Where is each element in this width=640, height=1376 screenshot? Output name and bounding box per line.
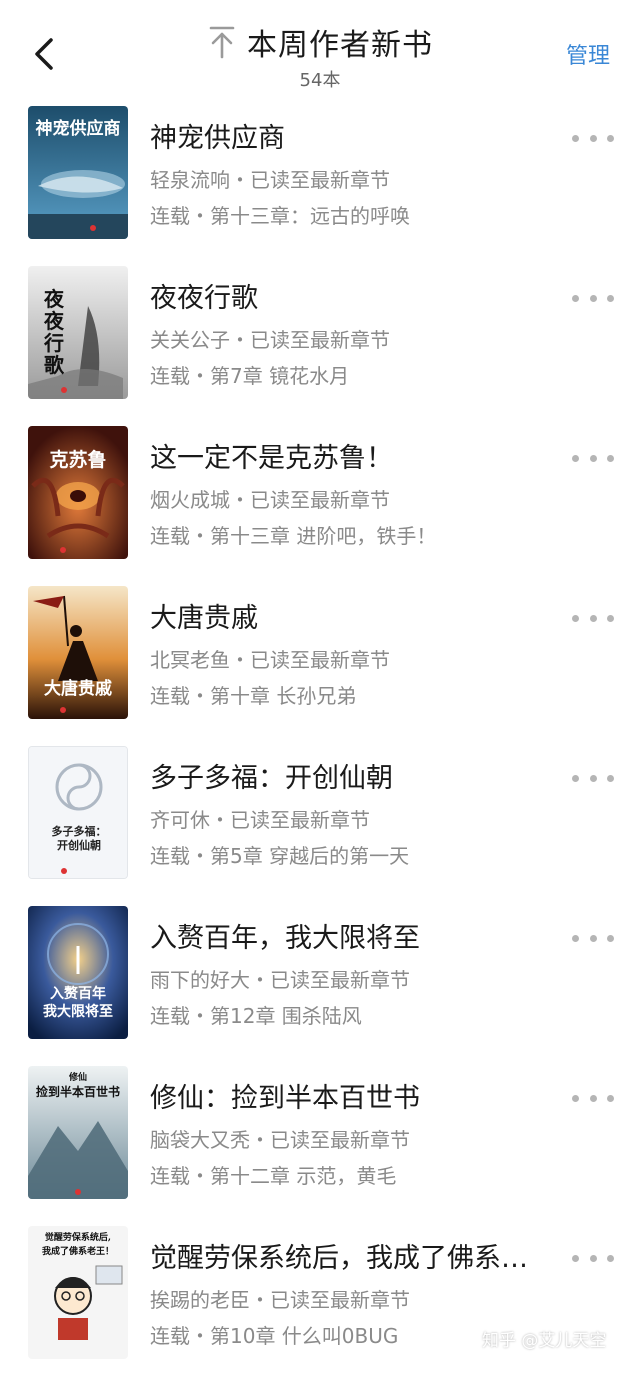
book-chapter: 连载・第十二章 示范，黄毛 <box>150 1164 397 1188</box>
svg-text:开创仙朝: 开创仙朝 <box>57 838 101 852</box>
book-chapter: 连载・第十三章 进阶吧，铁手！ <box>150 524 437 548</box>
book-chapter: 连载・第十三章：远古的呼唤 <box>150 204 410 228</box>
svg-text:修仙: 修仙 <box>68 1071 87 1083</box>
book-meta: 雨下的好大・已读至最新章节 <box>150 968 410 992</box>
more-dots-icon[interactable] <box>572 928 614 948</box>
book-title: 这一定不是克苏鲁！ <box>150 443 393 474</box>
book-title: 夜夜行歌 <box>150 283 258 314</box>
svg-text:我成了佛系老王！: 我成了佛系老王！ <box>42 1245 114 1257</box>
book-title: 多子多福：开创仙朝 <box>150 763 393 794</box>
book-cover[interactable]: 觉醒劳保系统后, 我成了佛系老王！ <box>28 1226 128 1359</box>
book-title: 入赘百年，我大限将至 <box>150 923 420 954</box>
book-cover[interactable]: 多子多福： 开创仙朝 <box>28 746 128 879</box>
book-cover[interactable]: 夜 夜 行 歌 <box>28 266 128 399</box>
book-meta: 挨踢的老臣・已读至最新章节 <box>150 1288 410 1312</box>
more-dots-icon[interactable] <box>572 448 614 468</box>
cover-title: 大唐贵戚 <box>44 678 112 699</box>
book-item[interactable]: 大唐贵戚 大唐贵戚 北冥老鱼・已读至最新章节 连载・第十章 长孙兄弟 <box>0 576 640 736</box>
title-group: 本周作者新书 54本 <box>150 20 490 92</box>
book-cover[interactable]: 克苏鲁 <box>28 426 128 559</box>
cover-title: 神宠供应商 <box>36 118 121 139</box>
pin-to-top-icon[interactable] <box>207 25 237 59</box>
book-cover[interactable]: 修仙 捡到半本百世书 <box>28 1066 128 1199</box>
book-item[interactable]: 入赘百年 我大限将至 入赘百年，我大限将至 雨下的好大・已读至最新章节 连载・第… <box>0 896 640 1056</box>
back-chevron-icon <box>35 38 53 70</box>
more-dots-icon[interactable] <box>572 1088 614 1108</box>
book-item[interactable]: 克苏鲁 这一定不是克苏鲁！ 烟火成城・已读至最新章节 连载・第十三章 进阶吧，铁… <box>0 416 640 576</box>
cover-title: 夜 <box>43 287 65 311</box>
book-title: 觉醒劳保系统后，我成了佛系… <box>150 1243 528 1274</box>
watermark: 知乎 @艾儿天空 <box>482 1331 607 1351</box>
back-button[interactable] <box>24 32 64 76</box>
svg-text:行: 行 <box>43 331 64 355</box>
cover-title: 捡到半本百世书 <box>36 1084 120 1099</box>
book-cover[interactable]: 大唐贵戚 <box>28 586 128 719</box>
book-list: 神宠供应商 神宠供应商 轻泉流响・已读至最新章节 连载・第十三章：远古的呼唤 夜… <box>0 96 640 1376</box>
svg-text:我大限将至: 我大限将至 <box>43 1003 113 1020</box>
book-meta: 关关公子・已读至最新章节 <box>150 328 390 352</box>
page-title: 本周作者新书 <box>247 28 433 63</box>
book-item[interactable]: 修仙 捡到半本百世书 修仙：捡到半本百世书 脑袋大又秃・已读至最新章节 连载・第… <box>0 1056 640 1216</box>
book-count: 54本 <box>299 70 341 91</box>
book-cover[interactable]: 神宠供应商 <box>28 106 128 239</box>
book-cover[interactable]: 入赘百年 我大限将至 <box>28 906 128 1039</box>
more-dots-icon[interactable] <box>572 768 614 788</box>
cover-title: 多子多福： <box>52 824 107 838</box>
book-item[interactable]: 多子多福： 开创仙朝 多子多福：开创仙朝 齐可休・已读至最新章节 连载・第5章 … <box>0 736 640 896</box>
book-title: 神宠供应商 <box>150 123 285 154</box>
book-meta: 轻泉流响・已读至最新章节 <box>150 168 390 192</box>
svg-text:夜: 夜 <box>43 309 65 333</box>
more-dots-icon[interactable] <box>572 1248 614 1268</box>
more-dots-icon[interactable] <box>572 608 614 628</box>
book-chapter: 连载・第12章 围杀陆风 <box>150 1004 362 1028</box>
manage-button[interactable]: 管理 <box>566 38 610 70</box>
more-dots-icon[interactable] <box>572 288 614 308</box>
book-chapter: 连载・第十章 长孙兄弟 <box>150 684 357 708</box>
book-item[interactable]: 夜 夜 行 歌 夜夜行歌 关关公子・已读至最新章节 连载・第7章 镜花水月 <box>0 256 640 416</box>
book-item[interactable]: 觉醒劳保系统后, 我成了佛系老王！ 觉醒劳保系统后，我成了佛系… 挨踢的老臣・已… <box>0 1216 640 1376</box>
svg-text:歌: 歌 <box>44 353 65 377</box>
book-meta: 烟火成城・已读至最新章节 <box>150 488 390 512</box>
cover-title: 觉醒劳保系统后, <box>45 1231 111 1243</box>
top-bar: 本周作者新书 54本 管理 <box>0 0 640 96</box>
cover-title: 入赘百年 <box>50 985 106 1002</box>
book-title: 修仙：捡到半本百世书 <box>150 1083 420 1114</box>
book-chapter: 连载・第5章 穿越后的第一天 <box>150 844 410 868</box>
book-meta: 脑袋大又秃・已读至最新章节 <box>150 1128 410 1152</box>
book-title: 大唐贵戚 <box>150 603 258 634</box>
book-item[interactable]: 神宠供应商 神宠供应商 轻泉流响・已读至最新章节 连载・第十三章：远古的呼唤 <box>0 96 640 256</box>
cover-title: 克苏鲁 <box>49 448 106 471</box>
more-dots-icon[interactable] <box>572 128 614 148</box>
book-meta: 北冥老鱼・已读至最新章节 <box>150 648 390 672</box>
book-meta: 齐可休・已读至最新章节 <box>150 808 370 832</box>
book-chapter: 连载・第7章 镜花水月 <box>150 364 350 388</box>
